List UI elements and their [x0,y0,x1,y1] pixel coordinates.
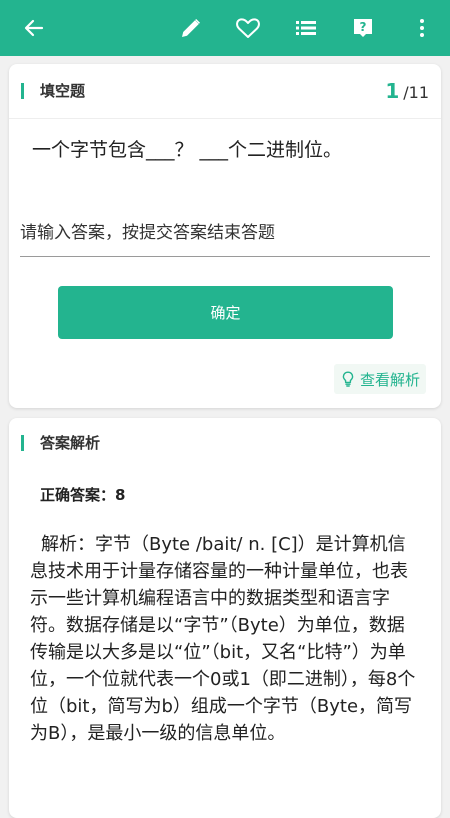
question-text: 一个字节包含___？ ___个二进制位。 [32,139,343,161]
more-vertical-icon [420,19,424,37]
current-question-number: 1 [385,79,400,103]
analysis-title: 答案解析 [40,434,101,452]
lightbulb-icon [342,371,354,387]
edit-note-button[interactable] [169,0,213,56]
svg-text:?: ? [360,20,367,34]
list-icon [296,21,316,35]
correct-answer: 正确答案：8 [40,486,126,504]
confirm-button[interactable]: 确定 [58,286,393,339]
view-analysis-button[interactable]: 查看解析 [333,364,426,394]
question-card-header: 填空题 1/11 [9,64,441,119]
back-arrow-icon [24,19,44,37]
pencil-icon [182,19,200,37]
analysis-card: 答案解析 正确答案：8 解析：字节（Byte /bait/ n. [C]）是计算… [9,418,441,818]
back-button[interactable] [12,0,56,56]
section-accent-bar [21,435,24,451]
help-button[interactable]: ? [341,0,385,56]
analysis-explanation: 解析：字节（Byte /bait/ n. [C]）是计算机信息技术用于计量存储容… [30,534,416,744]
question-counter: 1/11 [385,78,429,106]
question-card: 填空题 1/11 一个字节包含___？ ___个二进制位。 确定 查看解析 [9,64,441,408]
total-question-count: /11 [403,83,429,102]
question-list-button[interactable] [284,0,328,56]
help-icon: ? [354,19,372,37]
view-analysis-label: 查看解析 [359,370,420,389]
section-accent-bar [21,83,24,99]
favorite-button[interactable] [226,0,270,56]
question-type-title: 填空题 [40,82,86,100]
answer-input[interactable] [20,210,430,257]
heart-icon [236,18,260,38]
more-options-button[interactable] [400,0,444,56]
top-app-bar: ? [0,0,450,56]
